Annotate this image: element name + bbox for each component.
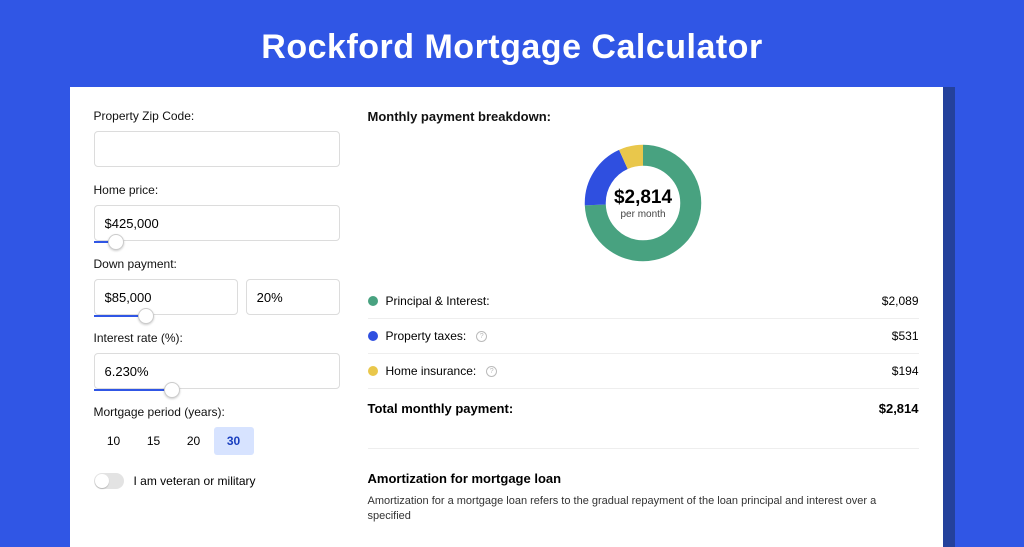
period-field: Mortgage period (years): 10 15 20 30 [94, 405, 340, 455]
veteran-toggle-knob [95, 474, 109, 488]
home-price-slider-knob[interactable] [108, 234, 124, 250]
down-payment-slider-knob[interactable] [138, 308, 154, 324]
period-tab-10[interactable]: 10 [94, 427, 134, 455]
legend-row-insurance: Home insurance: ? $194 [368, 354, 919, 389]
zip-field: Property Zip Code: [94, 109, 340, 167]
donut-center: $2,814 per month [580, 140, 706, 266]
period-tab-20[interactable]: 20 [174, 427, 214, 455]
legend-dot-principal [368, 296, 378, 306]
period-tab-15[interactable]: 15 [134, 427, 174, 455]
total-value: $2,814 [879, 401, 919, 416]
interest-label: Interest rate (%): [94, 331, 340, 345]
form-panel: Property Zip Code: Home price: Down paym… [94, 109, 340, 525]
interest-field: Interest rate (%): [94, 331, 340, 389]
breakdown-heading: Monthly payment breakdown: [368, 109, 919, 124]
legend-value-taxes: $531 [892, 329, 919, 343]
period-tab-30[interactable]: 30 [214, 427, 254, 455]
breakdown-panel: Monthly payment breakdown: $2,814 per mo… [368, 109, 919, 525]
home-price-field: Home price: [94, 183, 340, 241]
legend-label-insurance: Home insurance: [386, 364, 477, 378]
legend-row-principal: Principal & Interest: $2,089 [368, 284, 919, 319]
legend-dot-insurance [368, 366, 378, 376]
donut-chart: $2,814 per month [580, 140, 706, 266]
interest-slider-knob[interactable] [164, 382, 180, 398]
home-price-input[interactable] [94, 205, 340, 241]
divider [368, 448, 919, 449]
veteran-row: I am veteran or military [94, 473, 340, 489]
legend-dot-taxes [368, 331, 378, 341]
total-label: Total monthly payment: [368, 401, 514, 416]
interest-input[interactable] [94, 353, 340, 389]
interest-slider-track[interactable] [94, 389, 172, 391]
card-shadow: Property Zip Code: Home price: Down paym… [70, 87, 955, 547]
zip-input[interactable] [94, 131, 340, 167]
donut-sub: per month [620, 209, 665, 220]
legend-label-principal: Principal & Interest: [386, 294, 490, 308]
period-label: Mortgage period (years): [94, 405, 340, 419]
calculator-card: Property Zip Code: Home price: Down paym… [70, 87, 943, 547]
down-payment-input[interactable] [94, 279, 238, 315]
down-payment-label: Down payment: [94, 257, 340, 271]
amortization-heading: Amortization for mortgage loan [368, 459, 919, 486]
home-price-label: Home price: [94, 183, 340, 197]
veteran-toggle[interactable] [94, 473, 124, 489]
period-tabs: 10 15 20 30 [94, 427, 340, 455]
legend-row-taxes: Property taxes: ? $531 [368, 319, 919, 354]
zip-label: Property Zip Code: [94, 109, 340, 123]
info-icon[interactable]: ? [476, 331, 487, 342]
veteran-label: I am veteran or military [134, 474, 256, 488]
total-row: Total monthly payment: $2,814 [368, 389, 919, 434]
donut-amount: $2,814 [614, 187, 672, 209]
legend-value-insurance: $194 [892, 364, 919, 378]
page-title: Rockford Mortgage Calculator [0, 0, 1024, 87]
legend-label-taxes: Property taxes: [386, 329, 467, 343]
info-icon[interactable]: ? [486, 366, 497, 377]
down-payment-field: Down payment: [94, 257, 340, 315]
amortization-text: Amortization for a mortgage loan refers … [368, 494, 919, 525]
donut-chart-wrap: $2,814 per month [368, 134, 919, 284]
down-payment-pct-input[interactable] [246, 279, 340, 315]
legend-value-principal: $2,089 [882, 294, 919, 308]
